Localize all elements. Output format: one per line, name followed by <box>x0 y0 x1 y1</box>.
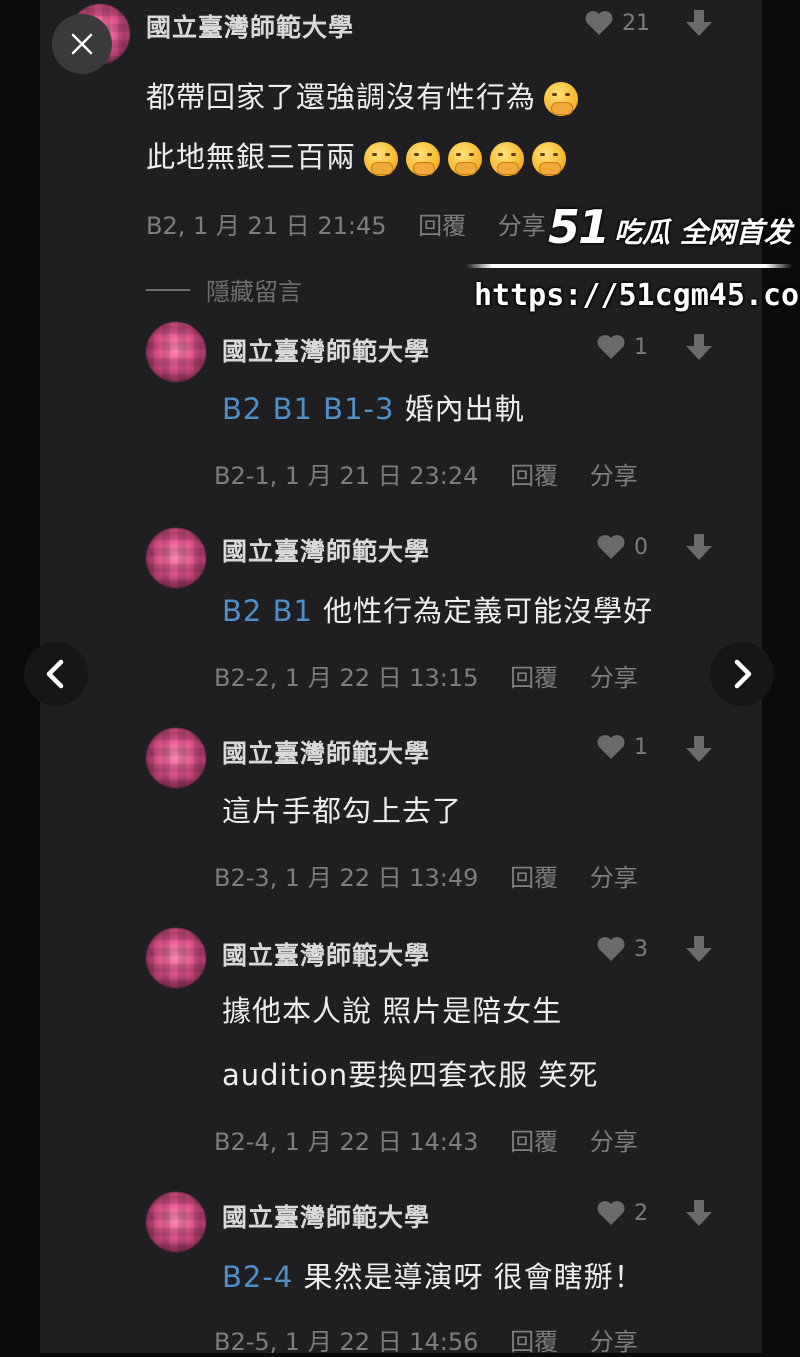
watermark-logo: 51 吃瓜 全网首发 <box>548 204 792 250</box>
comment-meta: B2, 1 月 21 日 21:45 回覆 分享 <box>146 206 570 241</box>
comment-author[interactable]: 國立臺灣師範大學 <box>146 8 354 44</box>
share-button[interactable]: 分享 <box>590 462 638 490</box>
comment-author[interactable]: 國立臺灣師範大學 <box>222 1198 430 1234</box>
hand-over-mouth-emoji <box>364 142 399 176</box>
reply-button[interactable]: 回覆 <box>418 212 466 240</box>
hand-over-mouth-emoji <box>406 142 441 176</box>
mention-link[interactable]: B2 B1 B1-3 <box>222 392 394 426</box>
divider <box>146 288 190 291</box>
comment-id-time: B2-3, 1 月 22 日 13:49 <box>214 864 479 892</box>
close-button[interactable] <box>52 14 112 74</box>
avatar[interactable] <box>146 1192 206 1252</box>
like-button[interactable]: 21 <box>584 10 650 36</box>
share-button[interactable]: 分享 <box>590 664 638 692</box>
arrow-down-icon[interactable] <box>684 934 714 964</box>
mention-link[interactable]: B2 B1 <box>222 594 313 628</box>
reply-button[interactable]: 回覆 <box>510 1328 558 1356</box>
share-button[interactable]: 分享 <box>590 1128 638 1156</box>
comment-id-time: B2-1, 1 月 21 日 23:24 <box>214 462 479 490</box>
reply-button[interactable]: 回覆 <box>510 664 558 692</box>
like-button[interactable]: 2 <box>596 1200 648 1226</box>
hand-over-mouth-emoji <box>490 142 525 176</box>
hand-over-mouth-emoji <box>448 142 483 176</box>
like-count: 1 <box>634 734 648 760</box>
comment-meta: B2-2, 1 月 22 日 13:15 回覆 分享 <box>214 658 662 693</box>
comment-text: B2 B1 他性行為定義可能沒學好 <box>222 594 654 628</box>
like-count: 2 <box>634 1200 648 1226</box>
like-count: 1 <box>634 334 648 360</box>
share-button[interactable]: 分享 <box>498 212 546 240</box>
previous-button[interactable] <box>24 642 88 706</box>
comment-meta: B2-5, 1 月 22 日 14:56 回覆 分享 <box>214 1322 662 1357</box>
avatar[interactable] <box>146 728 206 788</box>
heart-icon <box>597 335 625 359</box>
chevron-right-icon <box>734 659 752 689</box>
comment-meta: B2-4, 1 月 22 日 14:43 回覆 分享 <box>214 1122 662 1157</box>
next-button[interactable] <box>710 642 774 706</box>
comment-text: audition要換四套衣服 笑死 <box>222 1058 599 1092</box>
comment-text: 據他本人說 照片是陪女生 <box>222 994 563 1028</box>
like-button[interactable]: 1 <box>596 334 648 360</box>
comment-id-time: B2, 1 月 21 日 21:45 <box>146 212 387 240</box>
arrow-down-icon[interactable] <box>684 532 714 562</box>
hand-over-mouth-emoji <box>544 82 579 116</box>
watermark-number: 51 <box>548 200 610 254</box>
like-button[interactable]: 0 <box>596 534 648 560</box>
heart-icon <box>597 1201 625 1225</box>
comment-text: 都帶回家了還強調沒有性行為 <box>146 74 579 116</box>
arrow-down-icon[interactable] <box>684 332 714 362</box>
comment-meta: B2-1, 1 月 21 日 23:24 回覆 分享 <box>214 456 662 491</box>
hand-over-mouth-emoji <box>532 142 567 176</box>
comment-text: 此地無銀三百兩 <box>146 134 567 176</box>
heart-icon <box>597 937 625 961</box>
reply-button[interactable]: 回覆 <box>510 462 558 490</box>
arrow-down-icon[interactable] <box>684 8 714 38</box>
share-button[interactable]: 分享 <box>590 864 638 892</box>
chevron-left-icon <box>46 659 64 689</box>
avatar[interactable] <box>146 928 206 988</box>
comment-id-time: B2-4, 1 月 22 日 14:43 <box>214 1128 479 1156</box>
reply-button[interactable]: 回覆 <box>510 864 558 892</box>
comment-author[interactable]: 國立臺灣師範大學 <box>222 734 430 770</box>
avatar[interactable] <box>146 322 206 382</box>
hidden-comments-toggle[interactable]: 隱藏留言 <box>146 272 302 307</box>
like-button[interactable]: 3 <box>596 936 648 962</box>
mention-link[interactable]: B2-4 <box>222 1260 293 1294</box>
comment-id-time: B2-2, 1 月 22 日 13:15 <box>214 664 479 692</box>
comment-id-time: B2-5, 1 月 22 日 14:56 <box>214 1328 479 1356</box>
comment-text: B2-4 果然是導演呀 很會瞎掰！ <box>222 1260 644 1294</box>
heart-icon <box>597 735 625 759</box>
like-button[interactable]: 1 <box>596 734 648 760</box>
comment-author[interactable]: 國立臺灣師範大學 <box>222 332 430 368</box>
comment-author[interactable]: 國立臺灣師範大學 <box>222 532 430 568</box>
like-count: 21 <box>622 10 650 36</box>
like-count: 0 <box>634 534 648 560</box>
arrow-down-icon[interactable] <box>684 734 714 764</box>
comment-text: B2 B1 B1-3 婚內出軌 <box>222 392 525 426</box>
arrow-down-icon[interactable] <box>684 1198 714 1228</box>
like-count: 3 <box>634 936 648 962</box>
share-button[interactable]: 分享 <box>590 1328 638 1356</box>
heart-icon <box>597 535 625 559</box>
watermark-title: 吃瓜 全网首发 <box>614 216 792 250</box>
reply-button[interactable]: 回覆 <box>510 1128 558 1156</box>
avatar[interactable] <box>146 528 206 588</box>
watermark-url: https://51cgm45.com <box>474 278 800 313</box>
close-icon <box>71 33 93 55</box>
comment-text: 這片手都勾上去了 <box>222 794 463 828</box>
comment-meta: B2-3, 1 月 22 日 13:49 回覆 分享 <box>214 858 662 893</box>
hidden-comments-label: 隱藏留言 <box>206 278 302 306</box>
heart-icon <box>585 11 613 36</box>
watermark-divider <box>466 264 792 268</box>
comment-author[interactable]: 國立臺灣師範大學 <box>222 936 430 972</box>
